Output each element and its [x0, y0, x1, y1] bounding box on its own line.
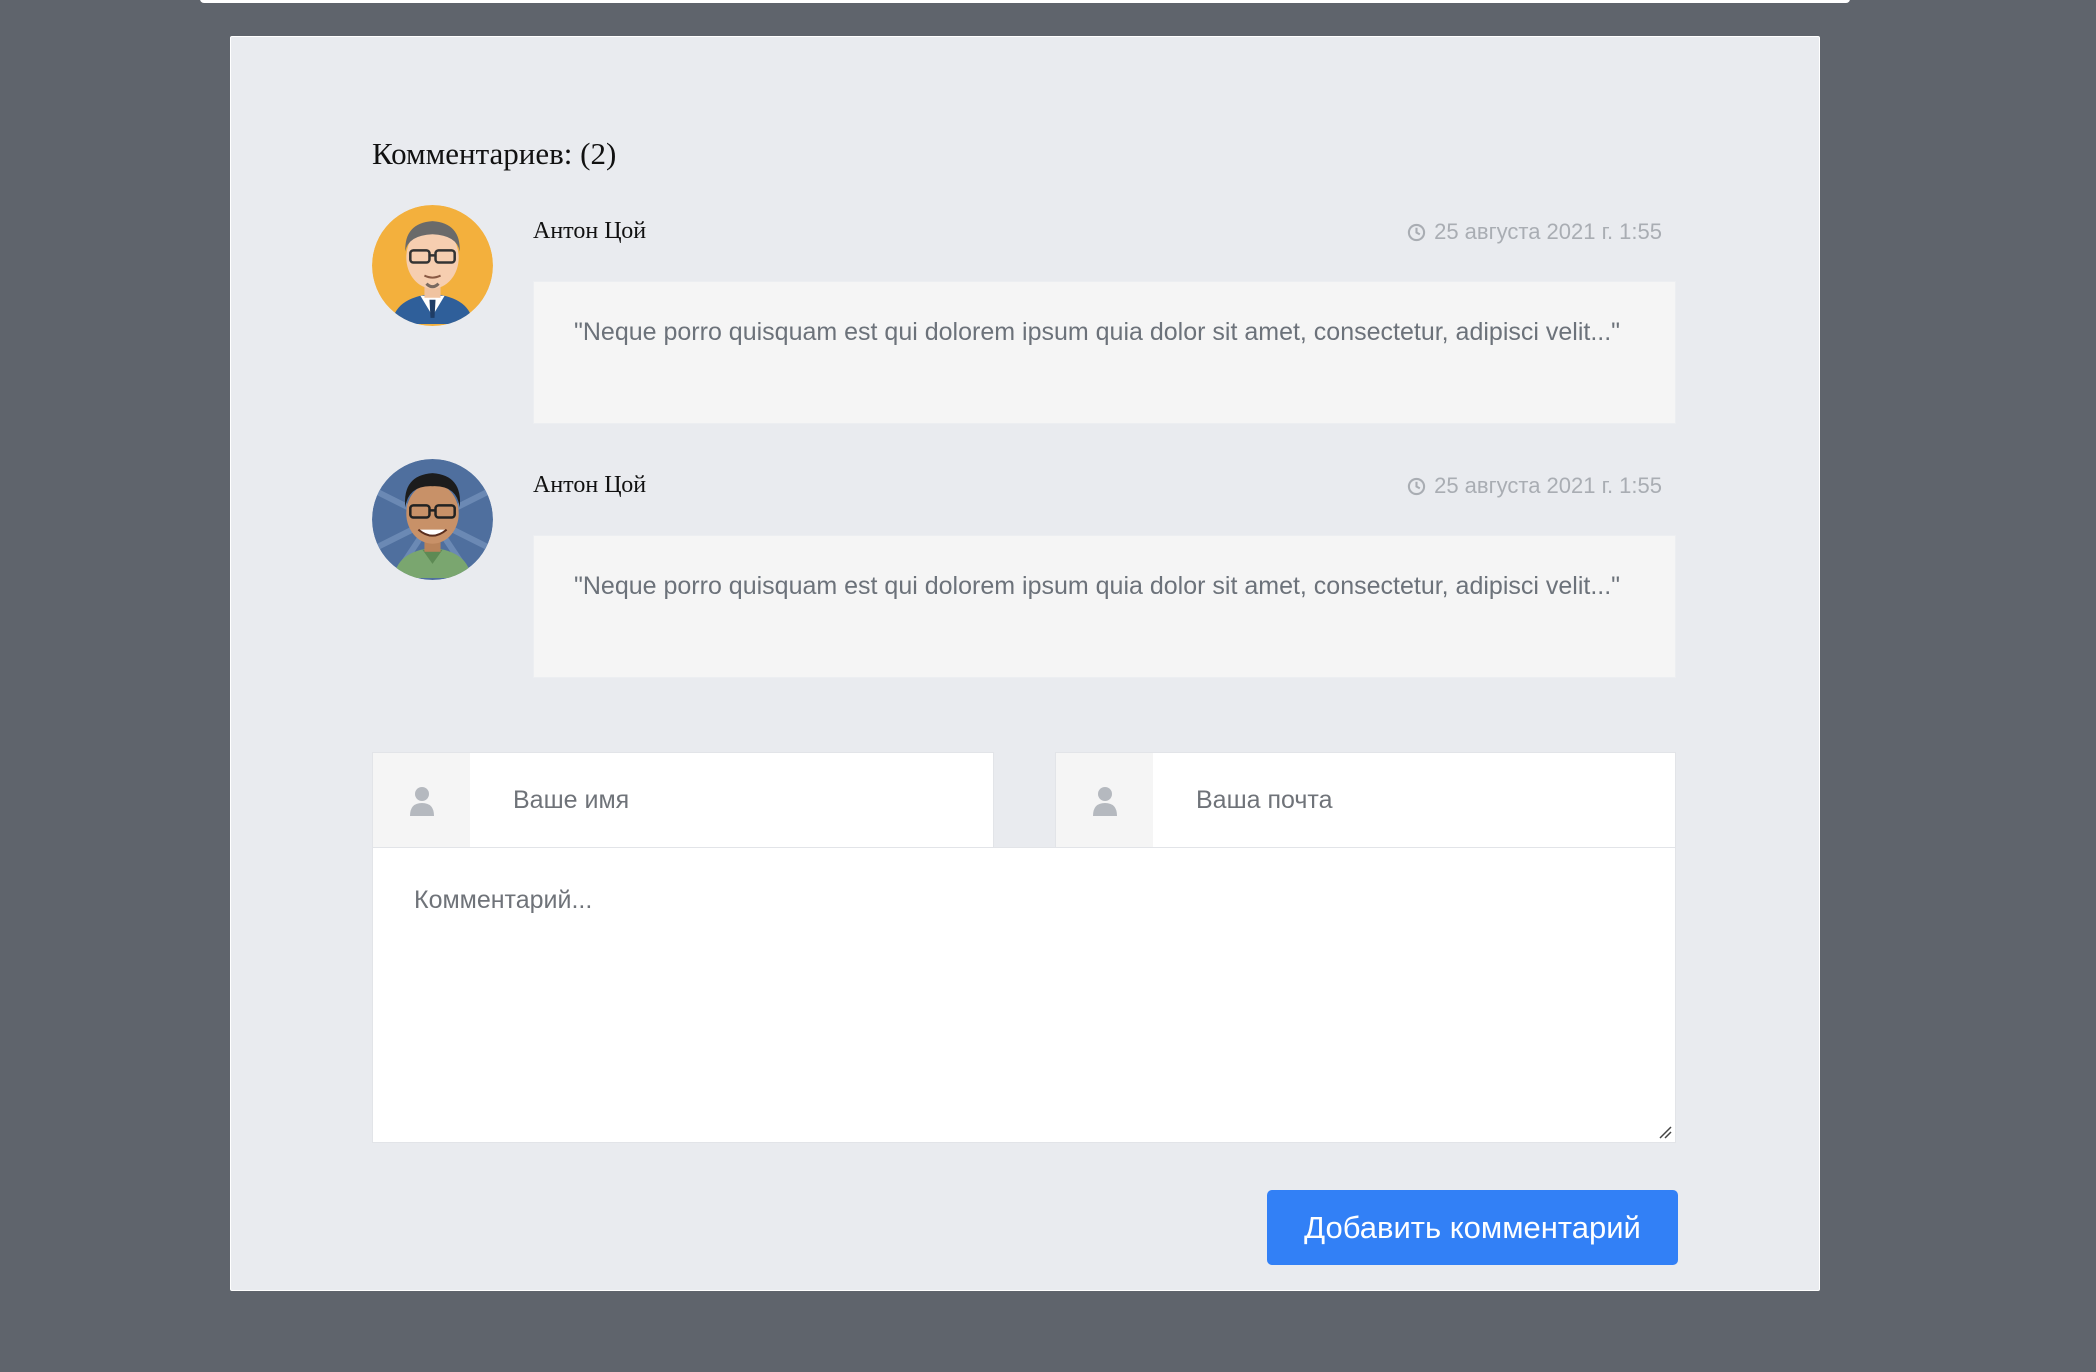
comment-date: 25 августа 2021 г. 1:55 — [1407, 219, 1662, 245]
male-avatar-glasses-orange-bg-icon — [372, 205, 493, 326]
comment-text: "Neque porro quisquam est qui dolorem ip… — [533, 281, 1676, 424]
male-avatar-glasses-blue-bg-icon — [372, 459, 493, 580]
name-addon — [373, 753, 470, 848]
clock-icon — [1407, 477, 1426, 495]
avatar — [372, 205, 493, 326]
comment-textarea[interactable] — [372, 847, 1676, 1143]
comment-author: Антон Цой — [533, 472, 647, 498]
user-icon — [409, 786, 434, 816]
name-input-group — [372, 752, 994, 849]
name-input[interactable] — [470, 753, 993, 848]
comment-item: Антон Цой 25 августа 2021 г. 1:55 "Neque… — [372, 459, 1676, 681]
comment-date-text: 25 августа 2021 г. 1:55 — [1434, 473, 1662, 498]
comment-date: 25 августа 2021 г. 1:55 — [1407, 473, 1662, 499]
add-comment-button[interactable]: Добавить комментарий — [1267, 1190, 1678, 1265]
comment-text: "Neque porro quisquam est qui dolorem ip… — [533, 535, 1676, 678]
resize-handle-icon[interactable] — [1658, 1125, 1672, 1139]
email-input-group — [1055, 752, 1676, 849]
comment-author: Антон Цой — [533, 218, 647, 244]
clock-icon — [1407, 223, 1426, 241]
email-input[interactable] — [1153, 753, 1675, 848]
top-card-edge — [200, 0, 1850, 3]
email-addon — [1056, 753, 1153, 848]
user-icon — [1092, 786, 1117, 816]
comment-date-text: 25 августа 2021 г. 1:55 — [1434, 219, 1662, 244]
comments-card: Комментариев: (2) Антон Цой 25 августа 2… — [230, 36, 1820, 1291]
avatar — [372, 459, 493, 580]
comments-count-heading: Комментариев: (2) — [372, 136, 617, 171]
comment-item: Антон Цой 25 августа 2021 г. 1:55 "Neque… — [372, 205, 1676, 427]
